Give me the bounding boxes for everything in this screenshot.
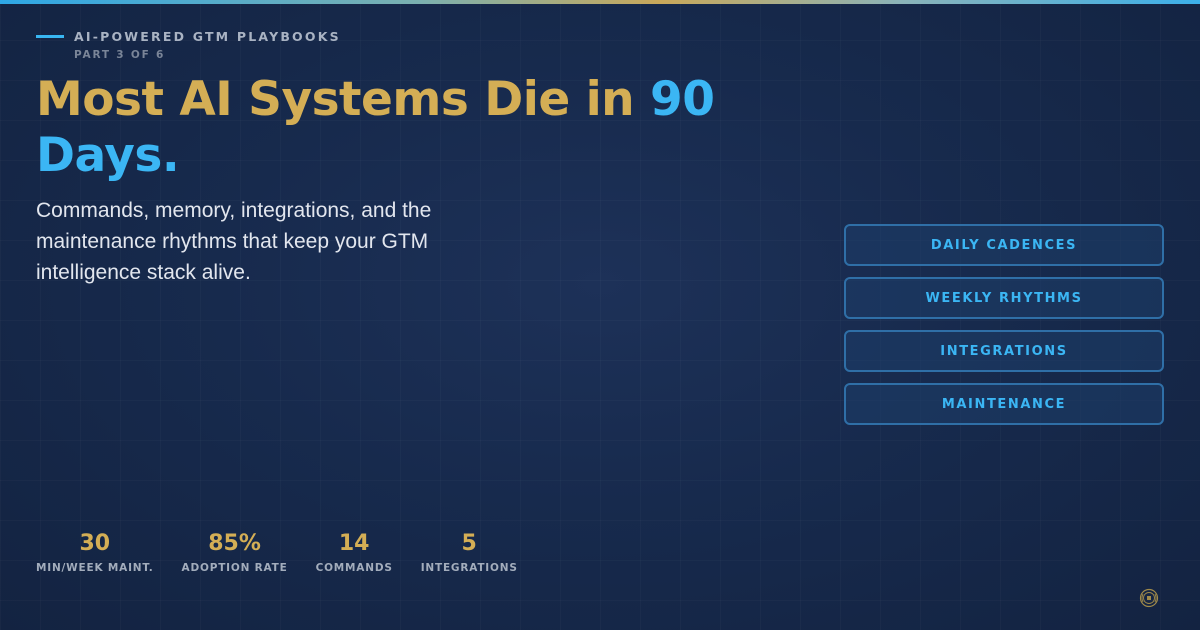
stat-commands: 14 COMMANDS	[316, 530, 393, 574]
stat-label: MIN/WEEK MAINT.	[36, 562, 154, 574]
kicker: AI-POWERED GTM PLAYBOOKS	[36, 29, 341, 44]
stat-label: COMMANDS	[315, 562, 393, 574]
pill-integrations[interactable]: INTEGRATIONS	[844, 330, 1164, 372]
stat-value: 85%	[208, 531, 261, 556]
pill-maintenance[interactable]: MAINTENANCE	[844, 383, 1164, 425]
stat-label: INTEGRATIONS	[420, 562, 518, 574]
stat-value: 14	[338, 531, 370, 556]
top-accent-bar	[0, 0, 1200, 4]
stat-min-week: 30 MIN/WEEK MAINT.	[36, 530, 154, 574]
gtm-seal-icon	[1139, 588, 1159, 608]
series-part: PART 3 OF 6	[74, 49, 166, 61]
title-text: Most AI Systems Die in	[36, 72, 651, 127]
stat-value: 5	[461, 531, 477, 556]
stats-row: 30 MIN/WEEK MAINT. 85% ADOPTION RATE 14 …	[36, 530, 546, 574]
page-title: Most AI Systems Die in 90 Days.	[36, 72, 796, 184]
kicker-text: AI-POWERED GTM PLAYBOOKS	[74, 29, 341, 44]
kicker-line	[36, 35, 64, 38]
topic-pill-list: DAILY CADENCES WEEKLY RHYTHMS INTEGRATIO…	[844, 224, 1164, 436]
title-highlight-number: 90	[650, 72, 715, 127]
stat-adoption: 85% ADOPTION RATE	[182, 530, 288, 574]
subtitle: Commands, memory, integrations, and the …	[36, 199, 432, 284]
title-highlight-days: Days.	[36, 128, 180, 183]
pill-weekly-rhythms[interactable]: WEEKLY RHYTHMS	[844, 277, 1164, 319]
stat-label: ADOPTION RATE	[181, 562, 288, 574]
stat-value: 30	[79, 531, 111, 556]
stat-integrations: 5 INTEGRATIONS	[421, 530, 518, 574]
pill-daily-cadences[interactable]: DAILY CADENCES	[844, 224, 1164, 266]
